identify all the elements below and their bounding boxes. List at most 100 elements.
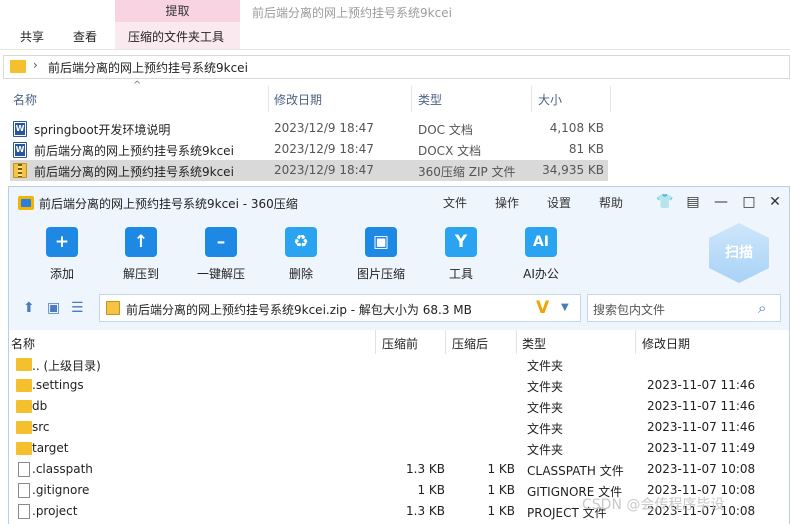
image-compress-button[interactable]: ▣ 图片压缩 xyxy=(351,227,411,285)
file-icon xyxy=(18,483,30,498)
folder-icon xyxy=(16,400,32,413)
archive-row-parent-dir[interactable]: .. (上级目录) 文件夹 xyxy=(9,354,789,375)
file-type: DOCX 文档 xyxy=(418,144,482,158)
column-divider[interactable] xyxy=(375,330,376,354)
archive-path-bar[interactable]: 前后端分离的网上预约挂号系统9kcei.zip - 解包大小为 68.3 MB … xyxy=(99,294,581,322)
folder-icon xyxy=(16,358,32,371)
file-row[interactable]: W 前后端分离的网上预约挂号系统9kcei 2023/12/9 18:47 DO… xyxy=(10,139,608,160)
file-name: 前后端分离的网上预约挂号系统9kcei xyxy=(34,144,234,158)
column-divider[interactable] xyxy=(445,330,446,354)
quick-extract-button[interactable]: – 一键解压 xyxy=(191,227,251,285)
column-divider[interactable] xyxy=(610,86,611,112)
column-header-name[interactable]: 名称 xyxy=(13,91,37,108)
column-header-size[interactable]: 大小 xyxy=(538,91,562,108)
tab-view[interactable]: 查看 xyxy=(73,28,97,45)
sort-ascending-icon: ^ xyxy=(133,80,142,91)
file-size: 81 KB xyxy=(568,142,604,156)
column-header-date[interactable]: 修改日期 xyxy=(642,335,690,352)
quick-extract-icon: – xyxy=(205,227,237,257)
add-icon: + xyxy=(46,227,78,257)
file-icon xyxy=(18,504,30,519)
entry-name: .classpath xyxy=(32,462,93,476)
address-bar[interactable]: › 前后端分离的网上预约挂号系统9kcei xyxy=(3,55,790,79)
skin-icon[interactable]: 👕 xyxy=(655,192,675,212)
column-header-compressed[interactable]: 压缩前 xyxy=(382,335,418,352)
folder-icon xyxy=(16,421,32,434)
archive-row[interactable]: .settings 文件夹 2023-11-07 11:46 xyxy=(9,375,789,396)
watermark: CSDN @会传程序毕设 xyxy=(582,497,725,513)
column-header-original[interactable]: 压缩后 xyxy=(452,335,488,352)
ribbon-context-header-extract[interactable]: 提取 xyxy=(115,0,240,22)
entry-date: 2023-11-07 10:08 xyxy=(647,462,756,476)
close-icon[interactable]: ✕ xyxy=(765,192,785,212)
entry-compressed-size: 1.3 KB xyxy=(406,462,445,476)
up-arrow-icon[interactable]: ⬆ xyxy=(23,300,35,316)
feedback-icon[interactable]: ▤ xyxy=(683,192,703,212)
file-size: 4,108 KB xyxy=(549,121,604,135)
word-docx-icon: W xyxy=(13,142,27,158)
menu-settings[interactable]: 设置 xyxy=(547,194,571,211)
chevron-down-icon[interactable]: ▼ xyxy=(561,302,569,313)
extract-to-label: 解压到 xyxy=(122,267,159,281)
delete-button[interactable]: ♻ 删除 xyxy=(271,227,331,285)
archive-search-input[interactable]: 搜索包内文件 ⌕ xyxy=(587,294,781,322)
file-name: 前后端分离的网上预约挂号系统9kcei xyxy=(34,165,234,179)
archive-path-text: 前后端分离的网上预约挂号系统9kcei.zip - 解包大小为 68.3 MB xyxy=(126,303,472,317)
ai-office-label: AI办公 xyxy=(523,267,559,281)
quick-extract-label: 一键解压 xyxy=(196,267,245,281)
column-divider[interactable] xyxy=(635,330,636,354)
file-type: 360压缩 ZIP 文件 xyxy=(418,165,516,179)
file-row-selected[interactable]: 前后端分离的网上预约挂号系统9kcei 2023/12/9 18:47 360压… xyxy=(10,160,608,181)
file-row[interactable]: W springboot开发环境说明 2023/12/9 18:47 DOC 文… xyxy=(10,118,608,139)
archive-row[interactable]: src 文件夹 2023-11-07 11:46 xyxy=(9,417,789,438)
maximize-icon[interactable]: □ xyxy=(739,192,759,212)
entry-date: 2023-11-07 11:46 xyxy=(647,420,756,434)
thumbnail-view-icon[interactable]: ▣ xyxy=(47,300,60,316)
add-button[interactable]: + 添加 xyxy=(32,227,92,285)
file-date: 2023/12/9 18:47 xyxy=(274,163,374,177)
zip-archive-icon xyxy=(13,163,27,178)
v-badge-icon[interactable]: V xyxy=(536,298,549,318)
zip-titlebar[interactable]: 前后端分离的网上预约挂号系统9kcei - 360压缩 文件 操作 设置 帮助 … xyxy=(9,187,789,219)
entry-name: .project xyxy=(32,504,78,518)
file-date: 2023/12/9 18:47 xyxy=(274,121,374,135)
column-divider[interactable] xyxy=(411,86,412,112)
entry-name: src xyxy=(32,420,50,434)
address-path[interactable]: 前后端分离的网上预约挂号系统9kcei xyxy=(48,59,248,76)
scan-button[interactable]: 扫描 xyxy=(709,223,769,283)
entry-type: 文件夹 xyxy=(527,443,564,457)
menu-help[interactable]: 帮助 xyxy=(599,194,623,211)
archive-row[interactable]: .classpath 1.3 KB 1 KB CLASSPATH 文件 2023… xyxy=(9,459,789,480)
tab-compressed-folder-tools[interactable]: 压缩的文件夹工具 xyxy=(128,28,224,45)
entry-original-size: 1 KB xyxy=(487,462,515,476)
search-placeholder: 搜索包内文件 xyxy=(593,303,666,317)
delete-icon: ♻ xyxy=(285,227,317,257)
file-type: DOC 文档 xyxy=(418,123,473,137)
menu-file[interactable]: 文件 xyxy=(443,194,467,211)
column-header-date[interactable]: 修改日期 xyxy=(274,91,322,108)
menu-operation[interactable]: 操作 xyxy=(495,194,519,211)
archive-row[interactable]: db 文件夹 2023-11-07 11:46 xyxy=(9,396,789,417)
column-header-name[interactable]: 名称 xyxy=(11,335,35,352)
tab-share[interactable]: 共享 xyxy=(20,28,44,45)
extract-to-button[interactable]: ↑ 解压到 xyxy=(111,227,171,285)
search-icon[interactable]: ⌕ xyxy=(758,299,766,317)
breadcrumb-chevron-icon[interactable]: › xyxy=(33,58,38,72)
tools-button[interactable]: Y 工具 xyxy=(431,227,491,285)
column-divider[interactable] xyxy=(531,86,532,112)
list-view-icon[interactable]: ☰ xyxy=(71,300,84,316)
column-header-type[interactable]: 类型 xyxy=(418,91,442,108)
entry-name: .gitignore xyxy=(32,483,90,497)
column-divider[interactable] xyxy=(268,86,269,112)
entry-type: 文件夹 xyxy=(527,380,564,394)
entry-name: .. (上级目录) xyxy=(32,359,101,373)
entry-date: 2023-11-07 11:46 xyxy=(647,378,756,392)
column-header-type[interactable]: 类型 xyxy=(522,335,546,352)
minimize-icon[interactable]: — xyxy=(711,192,731,212)
extract-to-icon: ↑ xyxy=(125,227,157,257)
entry-type: CLASSPATH 文件 xyxy=(527,464,624,478)
ai-office-button[interactable]: AI AI办公 xyxy=(511,227,571,285)
archive-row[interactable]: target 文件夹 2023-11-07 11:49 xyxy=(9,438,789,459)
entry-type: 文件夹 xyxy=(527,359,564,373)
column-divider[interactable] xyxy=(516,330,517,354)
